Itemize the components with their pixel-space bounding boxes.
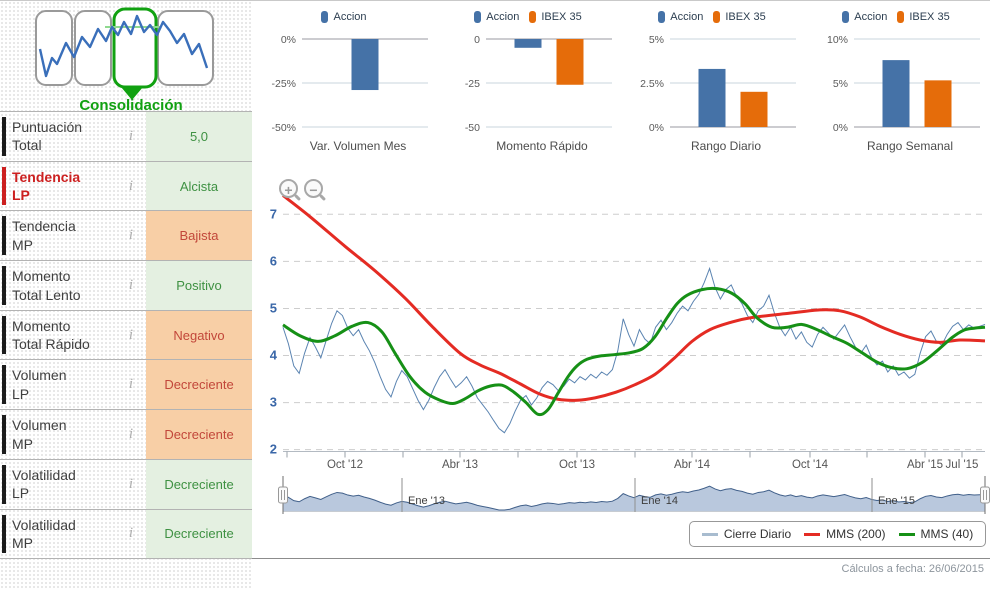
svg-text:Oct '12: Oct '12: [327, 459, 363, 471]
legend-label: Cierre Diario: [723, 527, 792, 541]
svg-text:Abr '14: Abr '14: [674, 459, 711, 471]
main-chart-legend: Cierre Diario MMS (200) MMS (40): [689, 521, 986, 547]
svg-text:4: 4: [270, 348, 278, 363]
phase-box-2: [74, 10, 112, 86]
footer-bar: Cálculos a fecha: 26/06/2015: [252, 558, 990, 575]
metric-value: Positivo: [146, 261, 252, 310]
metric-value: Negativo: [146, 310, 252, 360]
metric-value: Decreciente: [146, 509, 252, 559]
svg-text:3: 3: [270, 395, 277, 410]
legend-item-mms40[interactable]: MMS (40): [898, 527, 974, 541]
info-icon[interactable]: i: [116, 360, 146, 409]
info-icon[interactable]: i: [116, 460, 146, 509]
svg-text:Ene '15: Ene '15: [878, 495, 915, 507]
svg-text:Ene '13: Ene '13: [408, 495, 445, 507]
phase-box-4: [157, 10, 214, 86]
calculation-date: Cálculos a fecha: 26/06/2015: [841, 563, 985, 575]
metric-label: Volatilidad MP: [12, 516, 76, 551]
info-icon[interactable]: i: [116, 410, 146, 459]
svg-text:7: 7: [270, 206, 277, 221]
metric-value: Decreciente: [146, 360, 252, 410]
mms200-series: [282, 194, 986, 402]
metric-value: Decreciente: [146, 410, 252, 459]
svg-text:Ene '14: Ene '14: [641, 495, 678, 507]
metric-row: Momento Total Rápido i Negativo: [0, 310, 252, 361]
metric-label: Tendencia MP: [12, 218, 76, 253]
mms200-line-swatch: [804, 532, 821, 536]
metric-label: Volatilidad LP: [12, 466, 76, 502]
metric-label: Volumen MP: [12, 417, 67, 452]
phase-box-1: [35, 10, 73, 86]
summary-panel: Consolidación Puntuación Total i 5,0 Tendenc…: [0, 1, 252, 589]
metric-row: Volatilidad LP i Decreciente: [0, 459, 252, 510]
mms40-series: [282, 286, 986, 417]
charts-panel: Accion 0% -25% -50% Var. Volumen Mes Accio…: [252, 1, 990, 589]
legend-label: MMS (200): [826, 527, 886, 541]
metric-label: Tendencia LP: [12, 168, 81, 204]
metric-row: Tendencia MP i Bajista: [0, 211, 252, 262]
svg-text:Oct '13: Oct '13: [559, 459, 595, 471]
cierre-diario-line-swatch: [701, 532, 718, 536]
info-icon[interactable]: i: [116, 510, 146, 559]
svg-text:6: 6: [270, 253, 277, 268]
info-icon[interactable]: i: [116, 311, 146, 360]
svg-text:Abr '13: Abr '13: [442, 459, 478, 471]
info-icon[interactable]: i: [116, 211, 146, 260]
metric-label: Puntuación Total: [12, 119, 83, 154]
zoom-out-button[interactable]: −: [304, 179, 323, 198]
metric-value: 5,0: [146, 112, 252, 161]
metric-value: Alcista: [146, 161, 252, 211]
svg-text:Oct '14: Oct '14: [792, 459, 829, 471]
metrics-table: Puntuación Total i 5,0 Tendencia LP i Alcista Te…: [0, 111, 252, 560]
metric-label: Volumen LP: [12, 367, 67, 402]
mms40-line-swatch: [898, 532, 915, 536]
info-icon[interactable]: i: [116, 112, 146, 161]
legend-item-mms200[interactable]: MMS (200): [804, 527, 886, 541]
metric-row: Momento Total Lento i Positivo: [0, 261, 252, 311]
metric-value: Decreciente: [146, 459, 252, 509]
metric-row: Volatilidad MP i Decreciente: [0, 509, 252, 560]
metric-label: Momento Total Rápido: [12, 317, 90, 353]
legend-label: MMS (40): [920, 527, 974, 541]
svg-text:2: 2: [270, 442, 277, 457]
svg-text:Jul '15: Jul '15: [946, 459, 979, 471]
metric-label: Momento Total Lento: [12, 268, 81, 303]
metric-row: Tendencia LP i Alcista: [0, 161, 252, 212]
zoom-in-button[interactable]: +: [279, 179, 298, 198]
legend-item-cierre-diario[interactable]: Cierre Diario: [701, 527, 792, 541]
info-icon[interactable]: i: [116, 261, 146, 310]
info-icon[interactable]: i: [116, 162, 146, 211]
screener-dashboard: Consolidación Puntuación Total i 5,0 Tendenc…: [0, 0, 990, 589]
metric-row: Puntuación Total i 5,0: [0, 112, 252, 162]
svg-text:5: 5: [270, 300, 277, 315]
main-price-chart: 7 6 5 4 3 2 Oct '12 Abr '13 Oct '13 Abr '14 Oct '1…: [270, 194, 990, 514]
metric-row: Volumen LP i Decreciente: [0, 360, 252, 411]
metric-value: Bajista: [146, 211, 252, 261]
svg-text:Abr '15: Abr '15: [907, 459, 943, 471]
metric-row: Volumen MP i Decreciente: [0, 410, 252, 460]
